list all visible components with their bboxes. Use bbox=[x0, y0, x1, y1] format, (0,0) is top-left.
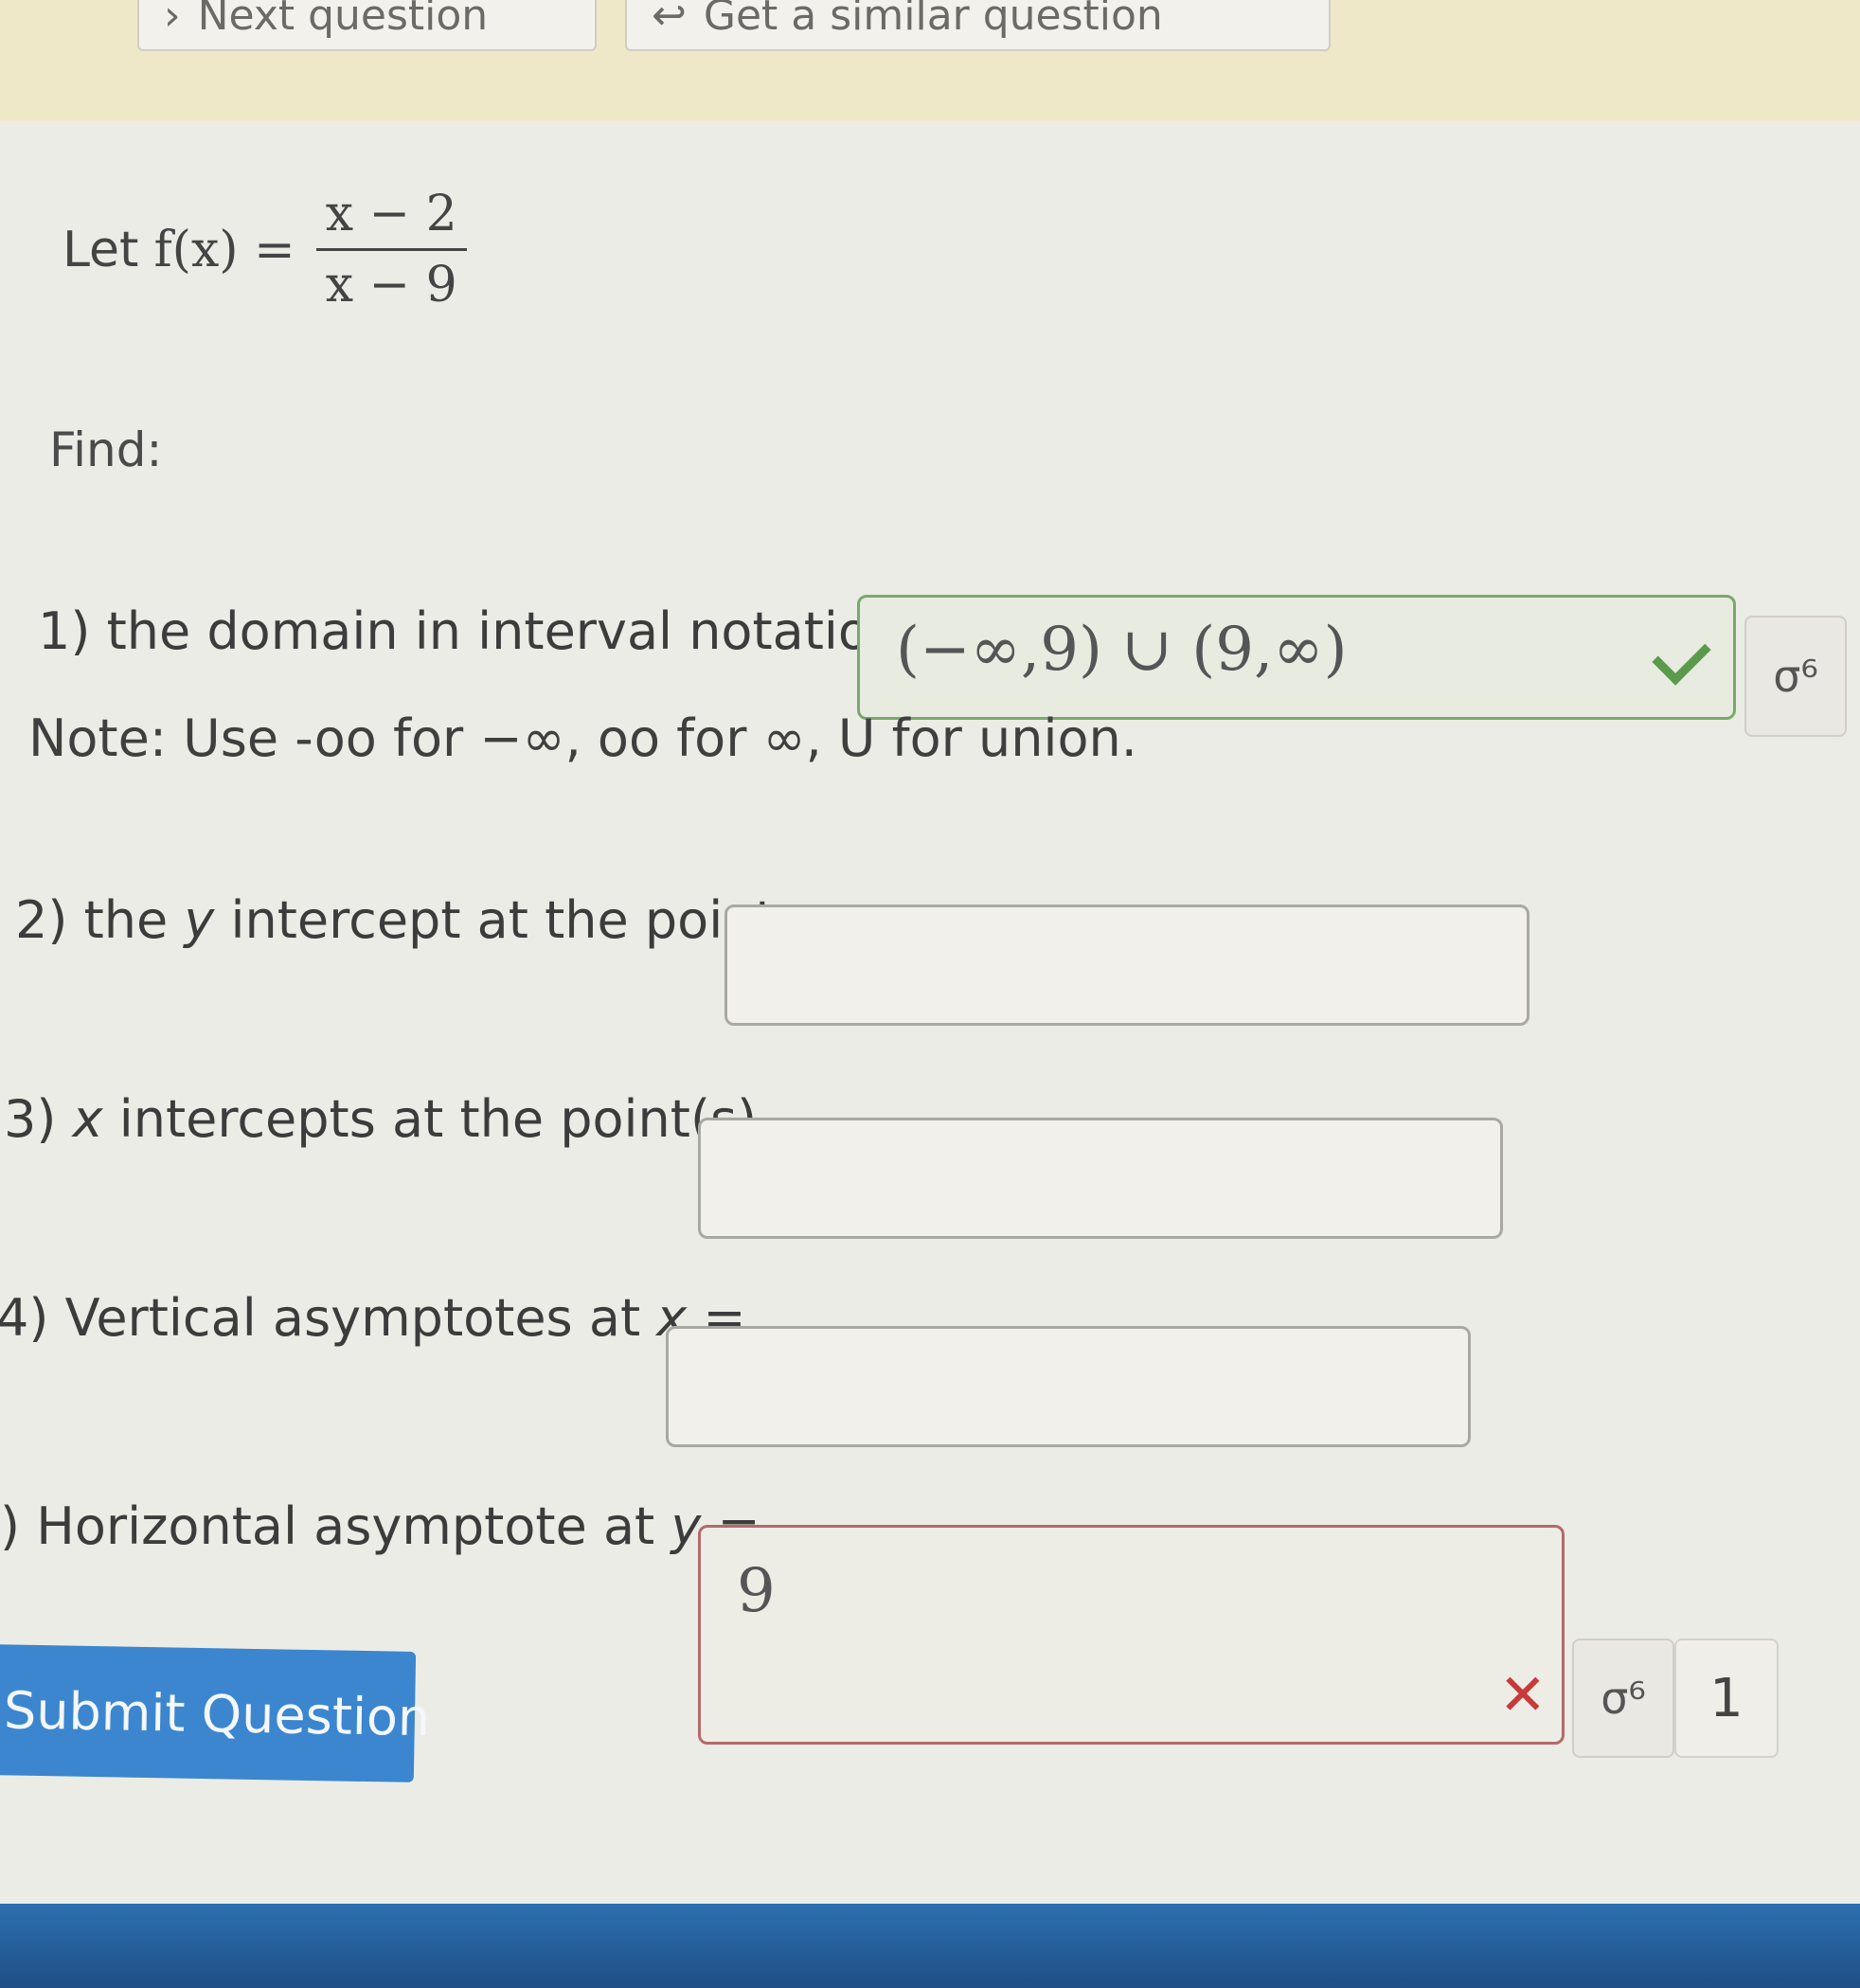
similar-question-button[interactable]: ↩ Get a similar question bbox=[625, 0, 1331, 51]
question-2-suffix: intercept at the point bbox=[214, 890, 776, 950]
vertical-asymptote-field[interactable] bbox=[666, 1326, 1471, 1447]
attempts-count: 1 bbox=[1674, 1639, 1779, 1758]
x-icon: ✕ bbox=[1498, 1662, 1547, 1728]
question-3-label: 3) x intercepts at the point(s) bbox=[4, 1089, 757, 1149]
question-5-prefix: ) Horizontal asymptote at bbox=[0, 1496, 671, 1556]
question-5-label: ) Horizontal asymptote at y = bbox=[0, 1496, 760, 1556]
question-4-prefix: 4) Vertical asymptotes at bbox=[0, 1288, 657, 1348]
question-3-suffix: intercepts at the point(s) bbox=[102, 1089, 758, 1149]
next-question-button[interactable]: › Next question bbox=[137, 0, 597, 51]
fraction-denominator: x − 9 bbox=[325, 257, 457, 313]
question-2-prefix: 2) the bbox=[15, 890, 185, 950]
domain-answer-field[interactable]: (−∞,9) ∪ (9,∞) bbox=[857, 595, 1736, 720]
question-1-label: 1) the domain in interval notation bbox=[38, 601, 903, 661]
return-arrow-icon: ↩ bbox=[652, 0, 687, 40]
preview-icon: σ⁶ bbox=[1601, 1673, 1646, 1724]
domain-answer-value: (−∞,9) ∪ (9,∞) bbox=[896, 615, 1348, 685]
let-word: Let bbox=[63, 221, 139, 278]
question-2-var: y bbox=[184, 890, 215, 950]
chevron-right-icon: › bbox=[164, 0, 181, 40]
function-fraction: x − 2 x − 9 bbox=[315, 180, 467, 319]
submit-question-button[interactable]: Submit Question bbox=[0, 1644, 431, 1782]
preview-button-5[interactable]: σ⁶ bbox=[1572, 1639, 1674, 1758]
question-3-var: x bbox=[72, 1089, 103, 1149]
check-icon bbox=[1652, 626, 1711, 686]
function-definition: Let f(x) = x − 2 x − 9 bbox=[63, 180, 467, 319]
similar-question-label: Get a similar question bbox=[703, 0, 1163, 40]
notation-note: Note: Use -oo for −∞, oo for ∞, U for un… bbox=[28, 708, 1137, 768]
question-5-var: y bbox=[671, 1496, 702, 1556]
bottom-bar bbox=[0, 1904, 1860, 1988]
question-4-label: 4) Vertical asymptotes at x = bbox=[0, 1288, 746, 1348]
horizontal-asymptote-value: 9 bbox=[737, 1556, 776, 1626]
question-3-prefix: 3) bbox=[4, 1089, 73, 1149]
horizontal-asymptote-field[interactable]: 9 ✕ bbox=[698, 1525, 1565, 1745]
y-intercept-field[interactable] bbox=[724, 904, 1529, 1026]
preview-button-1[interactable]: σ⁶ bbox=[1744, 616, 1847, 737]
fraction-numerator: x − 2 bbox=[325, 186, 457, 242]
next-question-label: Next question bbox=[197, 0, 489, 40]
question-2-label: 2) the y intercept at the point bbox=[15, 890, 776, 950]
find-label: Find: bbox=[49, 422, 163, 477]
function-lhs: f(x) = bbox=[153, 221, 295, 278]
preview-icon: σ⁶ bbox=[1773, 651, 1818, 702]
attempts-value: 1 bbox=[1709, 1667, 1744, 1729]
x-intercepts-field[interactable] bbox=[698, 1118, 1503, 1239]
